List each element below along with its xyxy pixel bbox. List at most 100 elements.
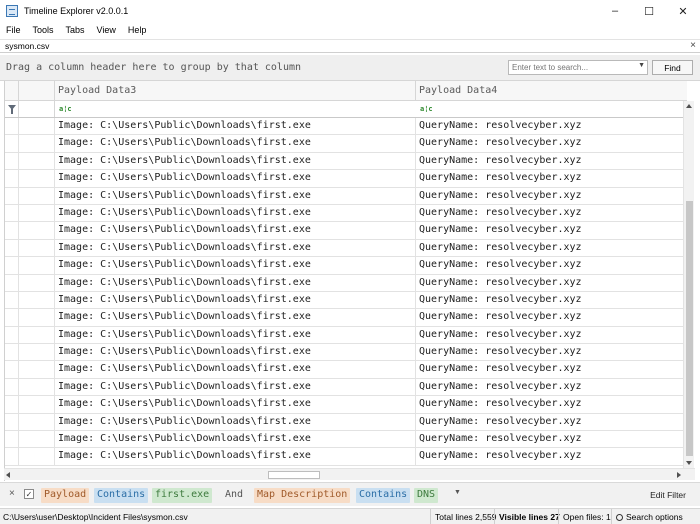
- filter-dropdown-icon[interactable]: ▼: [454, 489, 461, 496]
- column-header-payload-data4[interactable]: Payload Data4: [416, 81, 687, 101]
- table-row[interactable]: Image: C:\Users\Public\Downloads\first.e…: [5, 204, 687, 223]
- column-header-payload-data3[interactable]: Payload Data3: [55, 81, 416, 101]
- cell-payload-data4[interactable]: QueryName: resolvecyber.xyz: [416, 414, 687, 430]
- close-icon[interactable]: ✕: [666, 0, 700, 22]
- horizontal-scroll-thumb[interactable]: [268, 471, 320, 479]
- row-empty-cell[interactable]: [19, 396, 55, 413]
- row-empty-cell[interactable]: [19, 152, 55, 170]
- cell-payload-data3[interactable]: Image: C:\Users\Public\Downloads\first.e…: [55, 344, 416, 361]
- cell-payload-data4[interactable]: QueryName: resolvecyber.xyz: [416, 153, 687, 169]
- vertical-scrollbar[interactable]: [683, 101, 694, 468]
- table-row[interactable]: Image: C:\Users\Public\Downloads\first.e…: [5, 118, 687, 136]
- enable-filter-checkbox[interactable]: ✓: [24, 489, 34, 499]
- row-indicator[interactable]: [5, 187, 19, 204]
- table-row[interactable]: Image: C:\Users\Public\Downloads\first.e…: [5, 135, 687, 153]
- row-empty-cell[interactable]: [19, 135, 55, 152]
- cell-payload-data4[interactable]: QueryName: resolvecyber.xyz: [416, 431, 687, 447]
- cell-payload-data3[interactable]: Image: C:\Users\Public\Downloads\first.e…: [55, 152, 416, 170]
- menu-tabs[interactable]: Tabs: [60, 25, 91, 35]
- table-row[interactable]: Image: C:\Users\Public\Downloads\first.e…: [5, 187, 687, 205]
- cell-payload-data3[interactable]: Image: C:\Users\Public\Downloads\first.e…: [55, 187, 416, 204]
- row-indicator[interactable]: [5, 291, 19, 309]
- cell-payload-data3[interactable]: Image: C:\Users\Public\Downloads\first.e…: [55, 257, 416, 274]
- menu-tools[interactable]: Tools: [27, 25, 60, 35]
- row-indicator[interactable]: [5, 257, 19, 274]
- filter-field-chip[interactable]: Map Description: [254, 488, 351, 503]
- scroll-left-icon[interactable]: [6, 472, 10, 478]
- row-empty-cell[interactable]: [19, 309, 55, 326]
- scroll-down-icon[interactable]: [686, 461, 692, 465]
- clear-filter-icon[interactable]: ×: [9, 488, 15, 499]
- horizontal-scrollbar[interactable]: [4, 468, 695, 480]
- filter-value-chip[interactable]: DNS: [414, 488, 439, 503]
- cell-payload-data4[interactable]: QueryName: resolvecyber.xyz: [416, 222, 687, 238]
- row-empty-cell[interactable]: [19, 204, 55, 222]
- cell-payload-data4[interactable]: QueryName: resolvecyber.xyz: [416, 205, 687, 221]
- row-empty-cell[interactable]: [19, 448, 55, 465]
- scroll-right-icon[interactable]: [677, 472, 681, 478]
- cell-payload-data3[interactable]: Image: C:\Users\Public\Downloads\first.e…: [55, 239, 416, 257]
- table-row[interactable]: Image: C:\Users\Public\Downloads\first.e…: [5, 222, 687, 240]
- edit-filter-link[interactable]: Edit Filter: [650, 490, 686, 500]
- row-indicator[interactable]: [5, 222, 19, 239]
- table-row[interactable]: Image: C:\Users\Public\Downloads\first.e…: [5, 413, 687, 432]
- filter-cell-empty[interactable]: [19, 101, 55, 117]
- row-indicator[interactable]: [5, 448, 19, 465]
- cell-payload-data4[interactable]: QueryName: resolvecyber.xyz: [416, 344, 687, 360]
- empty-column-header[interactable]: [19, 81, 55, 100]
- cell-payload-data3[interactable]: Image: C:\Users\Public\Downloads\first.e…: [55, 291, 416, 309]
- table-row[interactable]: Image: C:\Users\Public\Downloads\first.e…: [5, 378, 687, 397]
- cell-payload-data3[interactable]: Image: C:\Users\Public\Downloads\first.e…: [55, 118, 416, 135]
- search-options-button[interactable]: Search options: [611, 509, 687, 524]
- row-indicator[interactable]: [5, 361, 19, 378]
- cell-payload-data4[interactable]: QueryName: resolvecyber.xyz: [416, 292, 687, 308]
- row-indicator[interactable]: [5, 344, 19, 361]
- row-empty-cell[interactable]: [19, 170, 55, 187]
- filter-operator-chip[interactable]: Contains: [356, 488, 411, 503]
- row-empty-cell[interactable]: [19, 118, 55, 135]
- cell-payload-data3[interactable]: Image: C:\Users\Public\Downloads\first.e…: [55, 378, 416, 396]
- cell-payload-data3[interactable]: Image: C:\Users\Public\Downloads\first.e…: [55, 309, 416, 326]
- cell-payload-data4[interactable]: QueryName: resolvecyber.xyz: [416, 135, 687, 151]
- filter-joiner[interactable]: And: [222, 488, 246, 503]
- minimize-icon[interactable]: –: [598, 0, 632, 22]
- menu-view[interactable]: View: [91, 25, 122, 35]
- cell-payload-data4[interactable]: QueryName: resolvecyber.xyz: [416, 396, 687, 412]
- cell-payload-data3[interactable]: Image: C:\Users\Public\Downloads\first.e…: [55, 274, 416, 291]
- row-empty-cell[interactable]: [19, 239, 55, 257]
- cell-payload-data3[interactable]: Image: C:\Users\Public\Downloads\first.e…: [55, 204, 416, 222]
- cell-payload-data3[interactable]: Image: C:\Users\Public\Downloads\first.e…: [55, 431, 416, 448]
- menu-file[interactable]: File: [0, 25, 27, 35]
- cell-payload-data4[interactable]: QueryName: resolvecyber.xyz: [416, 118, 687, 134]
- file-tab[interactable]: sysmon.csv: [5, 41, 49, 51]
- cell-payload-data3[interactable]: Image: C:\Users\Public\Downloads\first.e…: [55, 326, 416, 344]
- row-indicator[interactable]: [5, 204, 19, 222]
- search-dropdown-icon[interactable]: ▼: [638, 62, 645, 69]
- table-row[interactable]: Image: C:\Users\Public\Downloads\first.e…: [5, 431, 687, 449]
- row-empty-cell[interactable]: [19, 361, 55, 378]
- row-indicator[interactable]: [5, 274, 19, 291]
- table-row[interactable]: Image: C:\Users\Public\Downloads\first.e…: [5, 257, 687, 275]
- cell-payload-data4[interactable]: QueryName: resolvecyber.xyz: [416, 309, 687, 325]
- row-empty-cell[interactable]: [19, 274, 55, 291]
- row-empty-cell[interactable]: [19, 257, 55, 274]
- row-empty-cell[interactable]: [19, 344, 55, 361]
- cell-payload-data4[interactable]: QueryName: resolvecyber.xyz: [416, 379, 687, 395]
- table-row[interactable]: Image: C:\Users\Public\Downloads\first.e…: [5, 396, 687, 414]
- table-row[interactable]: Image: C:\Users\Public\Downloads\first.e…: [5, 291, 687, 310]
- row-indicator[interactable]: [5, 378, 19, 396]
- cell-payload-data4[interactable]: QueryName: resolvecyber.xyz: [416, 170, 687, 186]
- abc-filter-icon[interactable]: a¦c: [420, 105, 433, 113]
- table-row[interactable]: Image: C:\Users\Public\Downloads\first.e…: [5, 448, 687, 466]
- cell-payload-data3[interactable]: Image: C:\Users\Public\Downloads\first.e…: [55, 448, 416, 465]
- find-button[interactable]: Find: [652, 60, 693, 75]
- row-empty-cell[interactable]: [19, 326, 55, 344]
- cell-payload-data3[interactable]: Image: C:\Users\Public\Downloads\first.e…: [55, 222, 416, 239]
- cell-payload-data3[interactable]: Image: C:\Users\Public\Downloads\first.e…: [55, 361, 416, 378]
- row-indicator[interactable]: [5, 309, 19, 326]
- row-indicator[interactable]: [5, 413, 19, 431]
- search-input[interactable]: [509, 61, 631, 74]
- cell-payload-data3[interactable]: Image: C:\Users\Public\Downloads\first.e…: [55, 413, 416, 431]
- cell-payload-data3[interactable]: Image: C:\Users\Public\Downloads\first.e…: [55, 170, 416, 187]
- vertical-scroll-thumb[interactable]: [686, 201, 693, 456]
